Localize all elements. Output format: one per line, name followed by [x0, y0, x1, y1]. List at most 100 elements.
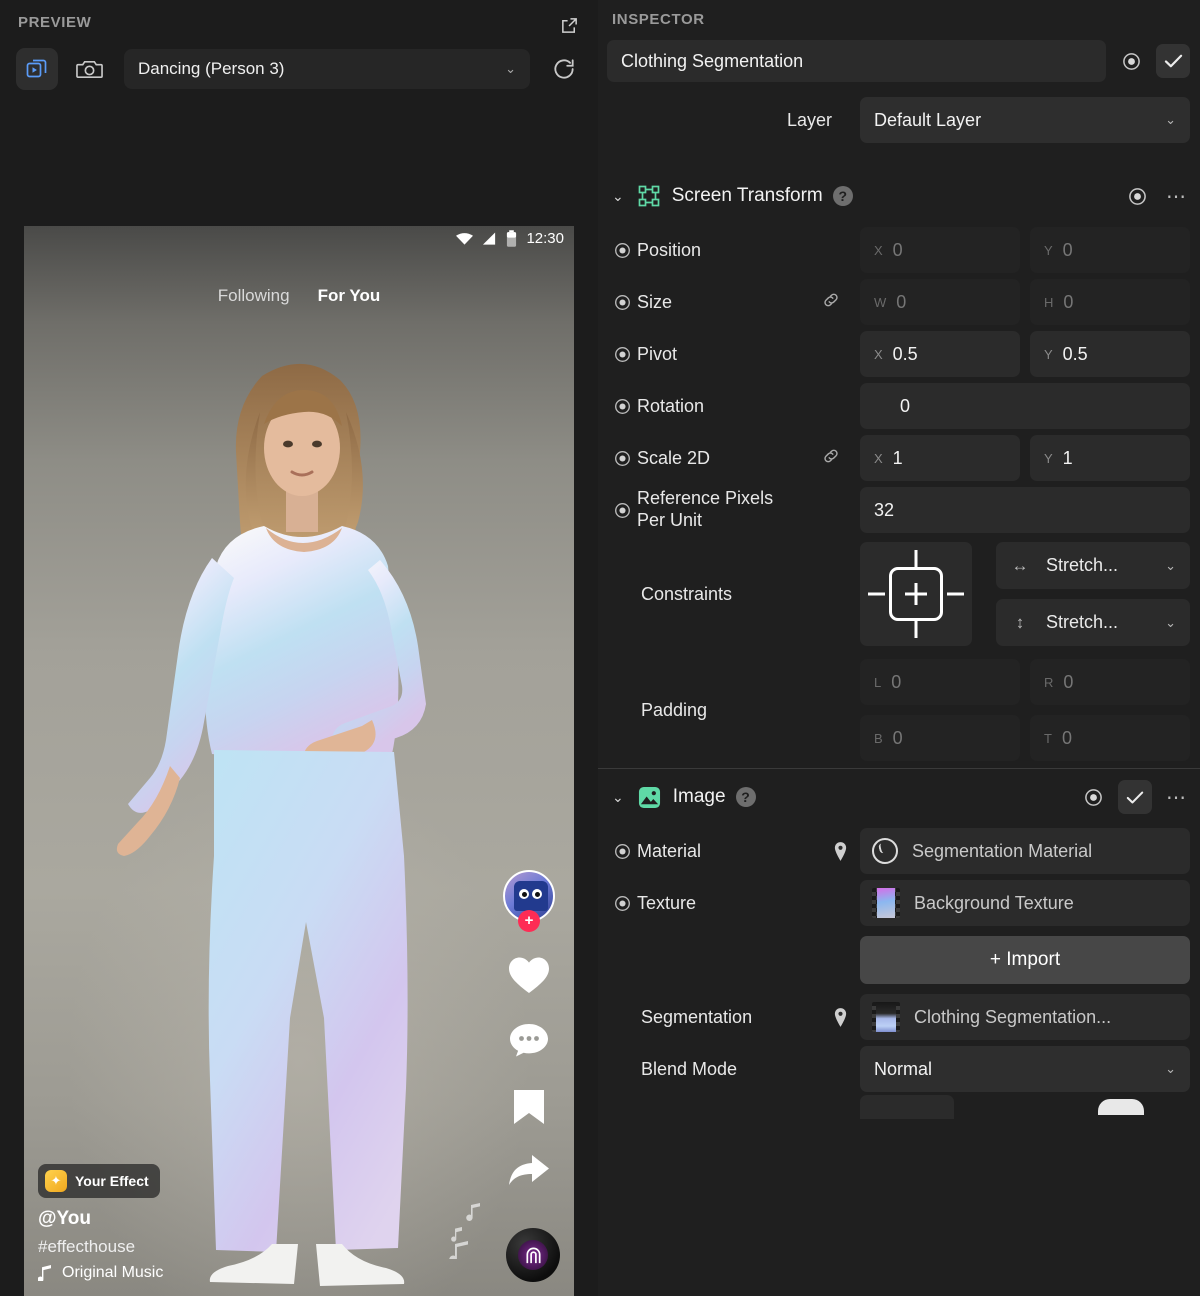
keyframe-icon[interactable] [607, 391, 637, 421]
chevron-down-icon[interactable]: ⌄ [612, 789, 624, 806]
phone-status-bar: 12:30 [456, 230, 564, 247]
constraints-horizontal-select[interactable]: ↔ Stretch... ⌄ [996, 542, 1190, 589]
value: 1 [892, 447, 903, 468]
constraints-vertical-select[interactable]: ↕ Stretch... ⌄ [996, 599, 1190, 646]
tab-following[interactable]: Following [218, 286, 290, 306]
import-button[interactable]: + Import [860, 936, 1190, 984]
video-music-label: Original Music [62, 1264, 164, 1281]
section-title-screen-transform: Screen Transform [671, 185, 823, 206]
reference-pixels-per-unit-input[interactable]: 32 [860, 487, 1190, 533]
pin-icon[interactable] [828, 841, 852, 861]
keyframe-icon[interactable] [607, 888, 637, 918]
profile-avatar[interactable]: + [503, 870, 555, 932]
size-label: Size [637, 291, 673, 312]
constraints-horizontal-value: Stretch... [1046, 555, 1119, 575]
padding-top-input[interactable]: T 0 [1030, 715, 1190, 761]
scale2d-x-input[interactable]: X 1 [860, 435, 1020, 481]
camera-icon[interactable] [68, 48, 110, 90]
floating-music-notes-icon [446, 1201, 498, 1263]
more-options-icon[interactable]: ⋯ [1162, 182, 1190, 210]
axis-label: X [874, 346, 883, 362]
segmentation-picker[interactable]: Clothing Segmentation... [860, 994, 1190, 1040]
rotation-input[interactable]: 0 [860, 383, 1190, 429]
pivot-y-input[interactable]: Y 0.5 [1030, 331, 1190, 377]
row-constraints: Constraints ↔ Stretch... ⌄ ↕ Stretch... … [598, 536, 1200, 652]
padding-left-input[interactable]: L 0 [860, 659, 1020, 705]
chevron-down-icon: ⌄ [1165, 1061, 1176, 1076]
phone-preview[interactable]: 12:30 Following For You + ✦ Your Effect … [24, 226, 574, 1296]
image-enabled-toggle[interactable] [1118, 780, 1152, 814]
video-music[interactable]: Original Music [38, 1264, 163, 1282]
chevron-down-icon[interactable]: ⌄ [612, 188, 624, 205]
video-username[interactable]: @You [38, 1208, 163, 1230]
layer-select[interactable]: Default Layer ⌄ [860, 97, 1190, 143]
object-enabled-toggle[interactable] [1156, 44, 1190, 78]
axis-label: W [874, 294, 887, 310]
help-icon[interactable]: ? [832, 186, 853, 206]
padding-label: Padding [641, 699, 708, 720]
material-picker[interactable]: Segmentation Material [860, 828, 1190, 874]
texture-picker[interactable]: Background Texture [860, 880, 1190, 926]
video-info-overlay: ✦ Your Effect @You #effecthouse Original… [38, 1164, 163, 1282]
keyframe-icon[interactable] [1078, 782, 1108, 812]
status-time: 12:30 [526, 230, 564, 247]
external-link-icon[interactable] [556, 12, 582, 38]
keyframe-icon[interactable] [1122, 181, 1152, 211]
size-w-input[interactable]: W 0 [860, 279, 1020, 325]
scale2d-y-input[interactable]: Y 1 [1030, 435, 1190, 481]
tab-for-you[interactable]: For You [318, 286, 381, 306]
value: 0 [1063, 291, 1074, 312]
padding-bottom-input[interactable]: B 0 [860, 715, 1020, 761]
keyframe-icon[interactable] [607, 836, 637, 866]
texture-value: Background Texture [914, 892, 1074, 913]
keyframe-icon[interactable] [607, 495, 637, 525]
keyframe-icon[interactable] [607, 235, 637, 265]
axis-label: X [874, 450, 883, 466]
preview-toolbar: Dancing (Person 3) ⌄ [0, 45, 598, 93]
value: 0 [896, 291, 907, 312]
value: 0.5 [1062, 343, 1088, 364]
video-hashtag[interactable]: #effecthouse [38, 1237, 163, 1257]
link-icon[interactable] [822, 447, 840, 470]
texture-label: Texture [637, 892, 697, 913]
magic-wand-icon: ✦ [45, 1170, 67, 1192]
padding-right-input[interactable]: R 0 [1030, 659, 1190, 705]
constraints-label: Constraints [641, 583, 733, 604]
link-icon[interactable] [822, 291, 840, 314]
row-rotation: Rotation 0 [598, 380, 1200, 432]
music-note-icon [38, 1265, 51, 1281]
music-disc-icon[interactable] [506, 1228, 560, 1282]
pivot-x-input[interactable]: X 0.5 [860, 331, 1020, 377]
row-scale2d: Scale 2D X 1 Y 1 [598, 432, 1200, 484]
object-name-input[interactable]: Clothing Segmentation [607, 40, 1106, 82]
horizontal-arrows-icon: ↔ [1011, 555, 1029, 575]
keyframe-icon[interactable] [607, 443, 637, 473]
color-swatch-field[interactable] [860, 1095, 954, 1119]
video-layers-play-icon[interactable] [16, 48, 58, 90]
share-arrow-icon[interactable] [508, 1154, 550, 1186]
blend-mode-select[interactable]: Normal ⌄ [860, 1046, 1190, 1092]
refresh-icon[interactable] [546, 51, 582, 87]
help-icon[interactable]: ? [735, 787, 756, 807]
blend-mode-value: Normal [874, 1058, 933, 1079]
keyframe-icon[interactable] [607, 287, 637, 317]
pin-icon[interactable] [828, 1007, 852, 1027]
scale2d-label: Scale 2D [637, 447, 711, 468]
effect-chip[interactable]: ✦ Your Effect [38, 1164, 160, 1198]
constraints-anchor-widget[interactable] [860, 542, 972, 646]
section-header-screen-transform: ⌄ Screen Transform ? ⋯ [598, 168, 1200, 224]
position-x-input[interactable]: X 0 [860, 227, 1020, 273]
heart-icon[interactable] [508, 956, 550, 994]
texture-thumbnail [872, 888, 900, 918]
bookmark-icon[interactable] [512, 1088, 546, 1126]
toggle-switch[interactable] [1098, 1099, 1144, 1115]
more-options-icon[interactable]: ⋯ [1162, 783, 1190, 811]
position-y-input[interactable]: Y 0 [1030, 227, 1190, 273]
follow-badge[interactable]: + [518, 910, 540, 932]
keyframe-icon[interactable] [607, 339, 637, 369]
scene-select[interactable]: Dancing (Person 3) ⌄ [124, 49, 530, 89]
material-sphere-icon [872, 838, 898, 864]
size-h-input[interactable]: H 0 [1030, 279, 1190, 325]
comment-icon[interactable] [509, 1022, 549, 1060]
keyframe-icon[interactable] [1116, 46, 1146, 76]
